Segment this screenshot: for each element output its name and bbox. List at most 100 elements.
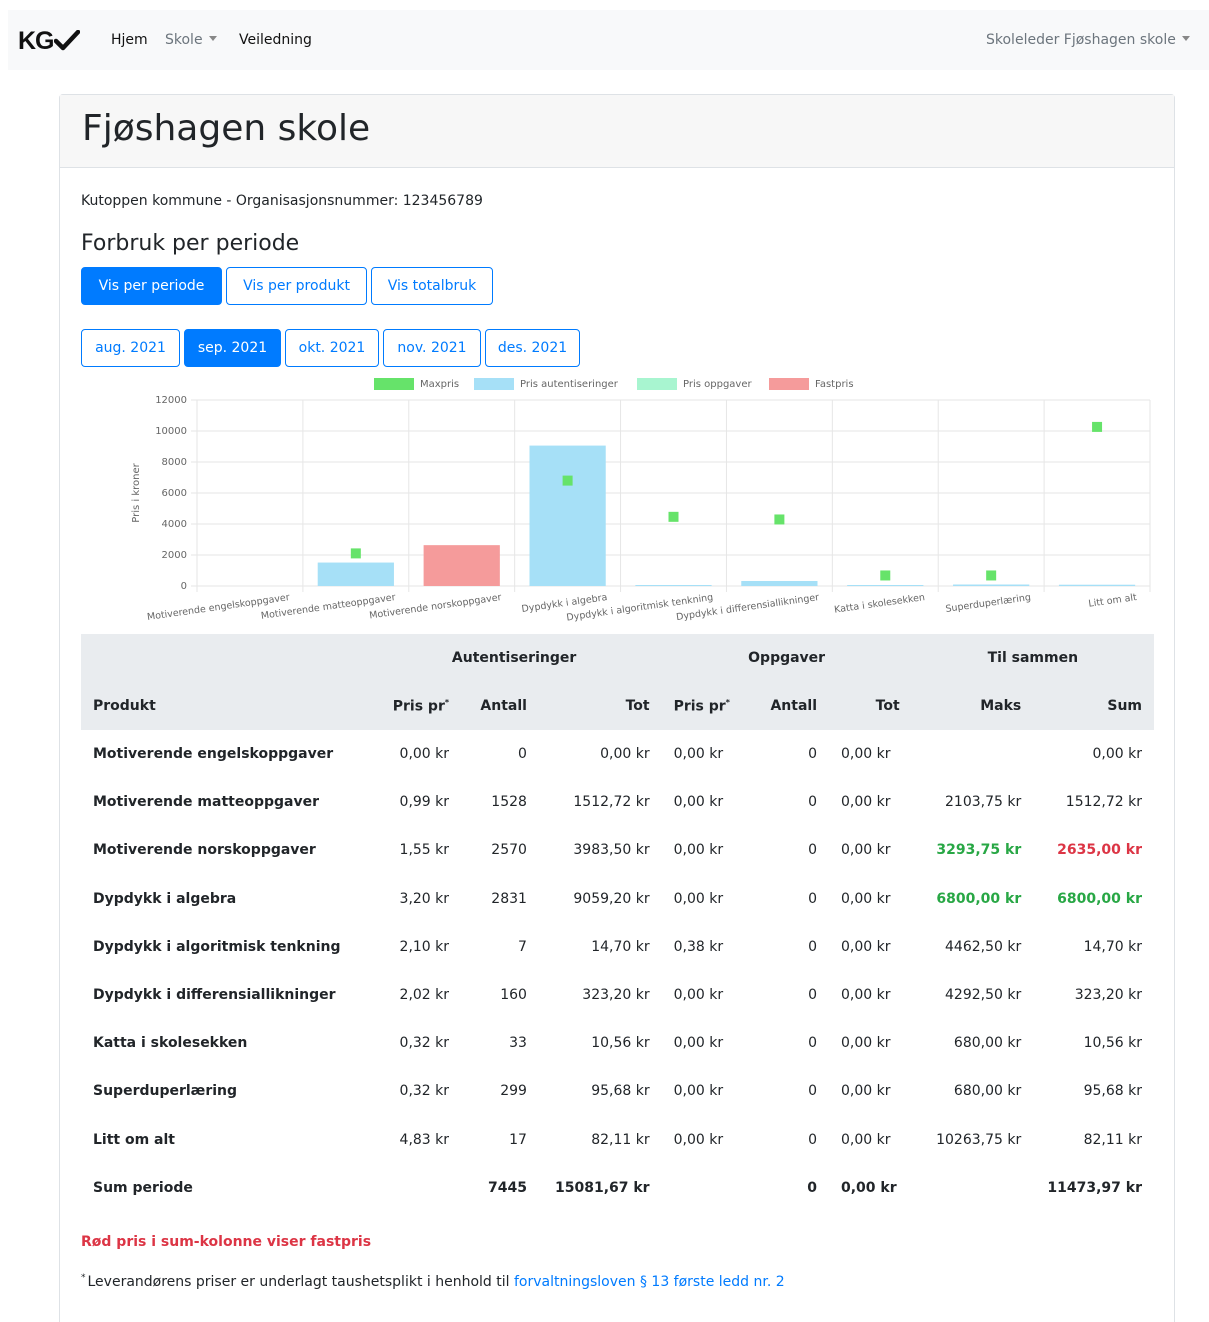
legend-swatch xyxy=(769,378,809,390)
nav-skole-label: Skole xyxy=(165,32,203,48)
cell-o-pris: 0,00 kr xyxy=(673,1035,724,1052)
cell-o-pris: 0,00 kr xyxy=(673,842,724,859)
legend-label: Maxpris xyxy=(420,379,459,390)
cell-sum: 323,20 kr xyxy=(1074,987,1142,1004)
cell-produkt: Motiverende engelskoppgaver xyxy=(93,746,334,763)
cell-produkt: Motiverende norskoppgaver xyxy=(93,842,316,859)
table-row: Dypdykk i differensiallikninger 2,02 kr 16… xyxy=(81,971,1154,1019)
card-header: Fjøshagen skole xyxy=(60,95,1174,168)
y-tick-label: 0 xyxy=(181,581,187,592)
cell-o-pris: 0,00 kr xyxy=(673,987,724,1004)
cell-a-pris: 3,20 kr xyxy=(399,890,450,907)
cell-o-antall: 0 xyxy=(808,1035,817,1052)
cell-a-antall: 1528 xyxy=(491,794,527,811)
nav-home-link[interactable]: Hjem xyxy=(111,32,148,48)
cell-o-antall: 0 xyxy=(808,987,817,1004)
cell-produkt: Litt om alt xyxy=(93,1131,175,1148)
maxpris-point xyxy=(668,511,679,522)
y-tick-label: 4000 xyxy=(162,519,187,530)
col-header-o-tot: Tot xyxy=(875,698,900,714)
bar-pris-autentiseringer xyxy=(317,562,394,586)
cell-maks xyxy=(912,730,1034,778)
checkmark-icon xyxy=(53,29,80,51)
cell-sum-o-pris xyxy=(662,1164,750,1212)
cell-sum-a-antall: 7445 xyxy=(487,1179,527,1196)
col-header-sum: Sum xyxy=(1107,698,1142,714)
nav-veiledning-link[interactable]: Veiledning xyxy=(239,32,312,48)
table-sum-row: Sum periode 7445 15081,67 kr 0 0,00 kr 11473,… xyxy=(81,1164,1154,1212)
col-header-a-tot: Tot xyxy=(625,698,650,714)
maxpris-point xyxy=(986,570,997,581)
cell-o-antall: 0 xyxy=(808,746,817,763)
legend-swatch xyxy=(374,378,414,390)
cell-o-tot: 0,00 kr xyxy=(841,938,891,955)
page-title: Fjøshagen skole xyxy=(82,108,371,149)
cell-o-antall: 0 xyxy=(808,794,817,811)
cell-a-antall: 0 xyxy=(518,746,527,763)
view-per-produkt-button[interactable]: Vis per produkt xyxy=(226,267,367,305)
cell-o-pris: 0,00 kr xyxy=(673,746,724,763)
maxpris-point xyxy=(1092,421,1103,432)
cell-a-pris: 0,32 kr xyxy=(399,1083,450,1100)
cell-o-tot: 0,00 kr xyxy=(841,1131,891,1148)
cell-sum: 14,70 kr xyxy=(1083,938,1142,955)
col-header-produkt: Produkt xyxy=(93,698,156,714)
period-nov-2021-button[interactable]: nov. 2021 xyxy=(383,329,481,367)
cell-maks: 3293,75 kr xyxy=(936,842,1022,859)
bar-pris-autentiseringer xyxy=(1058,584,1136,586)
org-info: Kutoppen kommune - Organisasjonsnummer: … xyxy=(81,193,483,209)
cell-sum: 2635,00 kr xyxy=(1057,842,1142,859)
period-des-2021-button[interactable]: des. 2021 xyxy=(485,329,580,367)
bar-pris-autentiseringer xyxy=(953,584,1030,586)
period-aug-2021-button[interactable]: aug. 2021 xyxy=(81,329,180,367)
bar-pris-autentiseringer xyxy=(847,585,924,586)
y-tick-label: 2000 xyxy=(162,550,187,561)
y-tick-label: 6000 xyxy=(162,488,187,499)
cell-o-pris: 0,00 kr xyxy=(673,1083,724,1100)
cell-o-tot: 0,00 kr xyxy=(841,746,891,763)
cell-produkt: Dypdykk i differensiallikninger xyxy=(93,987,336,1004)
cell-a-pris: 1,55 kr xyxy=(399,842,450,859)
cell-a-antall: 299 xyxy=(500,1083,527,1100)
user-menu-dropdown[interactable]: Skoleleder Fjøshagen skole xyxy=(986,32,1190,48)
footnote: * Leverandørens priser er underlagt taush… xyxy=(81,1273,785,1290)
table-column-header-row: Produkt Pris pr* Antall Tot Pris pr* Ant… xyxy=(81,682,1154,730)
cell-produkt: Katta i skolesekken xyxy=(93,1035,248,1052)
cell-a-antall: 33 xyxy=(509,1035,527,1052)
cell-o-pris: 0,00 kr xyxy=(673,794,724,811)
user-menu-label: Skoleleder Fjøshagen skole xyxy=(986,32,1176,48)
cell-a-pris: 0,99 kr xyxy=(399,794,450,811)
maxpris-point xyxy=(350,548,361,559)
cell-a-tot: 1512,72 kr xyxy=(573,794,650,811)
cell-maks: 680,00 kr xyxy=(953,1035,1022,1052)
cell-a-tot: 3983,50 kr xyxy=(573,842,650,859)
cell-o-antall: 0 xyxy=(808,890,817,907)
group-header-autentiseringer: Autentiseringer xyxy=(451,650,577,666)
cell-o-pris: 0,00 kr xyxy=(673,890,724,907)
table-row: Motiverende engelskoppgaver 0,00 kr 0 0,00 … xyxy=(81,730,1154,778)
period-okt-2021-button[interactable]: okt. 2021 xyxy=(285,329,379,367)
table-group-header-row: Autentiseringer Oppgaver Til sammen xyxy=(81,634,1154,682)
cell-a-tot: 10,56 kr xyxy=(591,1035,650,1052)
legend-swatch xyxy=(637,378,677,390)
nav-skole-dropdown[interactable]: Skole xyxy=(165,32,217,48)
forvaltningsloven-link[interactable]: forvaltningsloven § 13 første ledd nr. 2 xyxy=(514,1274,785,1290)
x-tick-label: Superduperlæring xyxy=(945,592,1032,615)
x-tick-label: Litt om alt xyxy=(1088,592,1138,610)
view-totalbruk-button[interactable]: Vis totalbruk xyxy=(371,267,493,305)
cell-sum-a-pris xyxy=(367,1164,461,1212)
period-sep-2021-button[interactable]: sep. 2021 xyxy=(184,329,281,367)
cell-maks: 6800,00 kr xyxy=(936,890,1022,907)
cell-a-pris: 2,10 kr xyxy=(399,938,450,955)
cell-a-tot: 0,00 kr xyxy=(600,746,650,763)
chevron-down-icon xyxy=(1181,36,1190,41)
legend-label: Pris autentiseringer xyxy=(520,379,619,390)
cell-maks: 4462,50 kr xyxy=(945,938,1022,955)
cell-o-tot: 0,00 kr xyxy=(841,1083,891,1100)
col-header-o-antall: Antall xyxy=(770,698,817,714)
view-per-periode-button[interactable]: Vis per periode xyxy=(81,267,222,305)
cell-a-antall: 7 xyxy=(518,938,527,955)
cell-sum-total: 11473,97 kr xyxy=(1047,1179,1142,1196)
brand-logo[interactable]: KG xyxy=(18,27,80,56)
table-row: Litt om alt 4,83 kr 17 82,11 kr 0,00 kr 0 0,00… xyxy=(81,1116,1154,1164)
